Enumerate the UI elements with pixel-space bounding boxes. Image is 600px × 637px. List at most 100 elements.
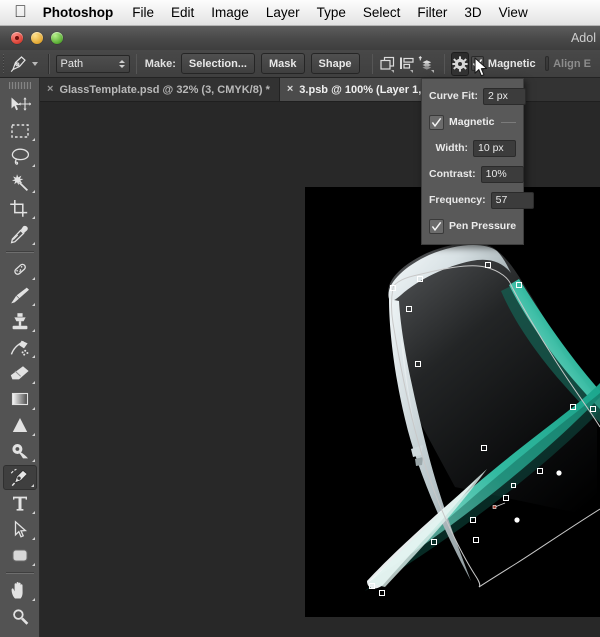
- align-edges-checkbox-label[interactable]: Align E: [553, 58, 591, 70]
- menu-item-type[interactable]: Type: [317, 5, 346, 20]
- type-tool[interactable]: [3, 491, 37, 516]
- window-zoom-button[interactable]: [51, 32, 63, 44]
- document-tab-3psb[interactable]: × 3.psb @ 100% (Layer 1,: [280, 78, 431, 101]
- tool-preset-chevron-down-icon[interactable]: [32, 62, 38, 66]
- toolbar-divider-1: [6, 251, 34, 253]
- hand-tool[interactable]: [3, 578, 37, 603]
- clone-stamp-tool[interactable]: [3, 309, 37, 334]
- make-mask-button[interactable]: Mask: [261, 53, 305, 74]
- path-alignment-chevron-icon: [410, 70, 413, 73]
- magnetic-checkbox[interactable]: [429, 115, 444, 130]
- magnetic-label: Magnetic: [449, 116, 495, 128]
- tab-close-icon[interactable]: ×: [287, 84, 293, 95]
- path-alignment-icon[interactable]: [398, 53, 415, 75]
- tool-flyout-indicator: [32, 381, 35, 384]
- zoom-tool[interactable]: [3, 604, 37, 629]
- frequency-input[interactable]: 57: [491, 192, 534, 209]
- document-tab-glasstemplate[interactable]: × GlassTemplate.psd @ 32% (3, CMYK/8) *: [40, 78, 280, 101]
- tool-flyout-indicator: [32, 511, 35, 514]
- tool-mode-value: Path: [61, 58, 84, 70]
- pen-pressure-checkbox[interactable]: [429, 219, 444, 234]
- document-tab-label: 3.psb @ 100% (Layer 1,: [299, 84, 421, 96]
- width-row: Width: 10 px: [429, 138, 516, 158]
- tool-flyout-indicator: [32, 329, 35, 332]
- curve-fit-row: Curve Fit: 2 px: [429, 86, 516, 106]
- move-tool[interactable]: [3, 92, 37, 117]
- window-title-bar[interactable]: Adol: [0, 26, 600, 51]
- magnetic-checkbox-label[interactable]: Magnetic: [488, 58, 536, 70]
- tool-flyout-indicator: [32, 355, 35, 358]
- menu-item-photoshop[interactable]: Photoshop: [43, 5, 114, 20]
- toolbar-drag-grip[interactable]: [9, 82, 31, 89]
- path-selection-tool[interactable]: [3, 517, 37, 542]
- tool-flyout-indicator: [32, 459, 35, 462]
- options-separator-2: [136, 54, 137, 74]
- window-title-text: Adol: [571, 31, 596, 45]
- tool-options-bar: Path Make: Selection... Mask Shape: [0, 50, 600, 78]
- crop-tool[interactable]: [3, 196, 37, 221]
- contrast-label: Contrast:: [429, 168, 481, 180]
- menu-item-filter[interactable]: Filter: [417, 5, 447, 20]
- lasso-tool[interactable]: [3, 144, 37, 169]
- magnetic-row: Magnetic: [429, 112, 516, 132]
- options-separator-4: [444, 54, 445, 74]
- tool-mode-select[interactable]: Path: [56, 55, 130, 73]
- tab-close-icon[interactable]: ×: [47, 84, 53, 95]
- tool-flyout-indicator: [32, 164, 35, 167]
- align-edges-checkbox[interactable]: [545, 56, 550, 71]
- eraser-tool[interactable]: [3, 361, 37, 386]
- contrast-row: Contrast: 10%: [429, 164, 516, 184]
- tool-flyout-indicator: [32, 598, 35, 601]
- path-operations-chevron-icon: [391, 70, 394, 73]
- rectangular-marquee-tool[interactable]: [3, 118, 37, 143]
- history-brush-tool[interactable]: [3, 335, 37, 360]
- tool-flyout-indicator: [32, 433, 35, 436]
- spot-healing-brush-tool[interactable]: [3, 257, 37, 282]
- magnetic-group-rule: [501, 122, 516, 123]
- menu-item-file[interactable]: File: [132, 5, 154, 20]
- gear-icon[interactable]: [451, 52, 469, 76]
- pen-pressure-label: Pen Pressure: [449, 220, 516, 232]
- make-label: Make:: [145, 58, 176, 70]
- photoshop-window:  Photoshop File Edit Image Layer Type S…: [0, 0, 600, 637]
- magic-wand-tool[interactable]: [3, 170, 37, 195]
- menu-item-3d[interactable]: 3D: [464, 5, 481, 20]
- apple-logo-icon[interactable]: : [14, 3, 27, 20]
- eyedropper-tool[interactable]: [3, 222, 37, 247]
- window-minimize-button[interactable]: [31, 32, 43, 44]
- curve-fit-input[interactable]: 2 px: [483, 88, 526, 105]
- menu-item-select[interactable]: Select: [363, 5, 401, 20]
- tools-panel: [0, 78, 40, 637]
- tool-flyout-indicator: [32, 407, 35, 410]
- path-operations-icon[interactable]: [379, 53, 396, 75]
- contrast-input[interactable]: 10%: [481, 166, 524, 183]
- make-selection-button[interactable]: Selection...: [181, 53, 255, 74]
- pen-pressure-row: Pen Pressure: [429, 216, 516, 236]
- menu-item-image[interactable]: Image: [211, 5, 249, 20]
- pen-tool[interactable]: [3, 465, 37, 490]
- menu-item-view[interactable]: View: [499, 5, 528, 20]
- magnetic-pen-options-popup: Curve Fit: 2 px Magnetic Width: 10 px Co…: [421, 78, 524, 245]
- dodge-tool[interactable]: [3, 439, 37, 464]
- make-shape-button[interactable]: Shape: [311, 53, 360, 74]
- width-input[interactable]: 10 px: [473, 140, 516, 157]
- width-label: Width:: [429, 142, 473, 154]
- document-canvas[interactable]: [305, 187, 600, 617]
- rectangle-shape-tool[interactable]: [3, 543, 37, 568]
- tool-flyout-indicator: [32, 216, 35, 219]
- tool-flyout-indicator: [32, 277, 35, 280]
- magnetic-checkbox[interactable]: [471, 56, 484, 71]
- toolbar-divider-2: [6, 572, 34, 574]
- gradient-tool[interactable]: [3, 387, 37, 412]
- menu-item-edit[interactable]: Edit: [171, 5, 194, 20]
- tool-flyout-indicator: [32, 138, 35, 141]
- pen-tool-icon[interactable]: [9, 53, 29, 75]
- window-close-button[interactable]: [11, 32, 23, 44]
- menu-item-layer[interactable]: Layer: [266, 5, 300, 20]
- macos-menu-bar:  Photoshop File Edit Image Layer Type S…: [0, 0, 600, 26]
- blur-tool[interactable]: [3, 413, 37, 438]
- path-arrangement-icon[interactable]: [417, 53, 436, 75]
- tool-flyout-indicator: [32, 563, 35, 566]
- options-bar-drag-grip[interactable]: [3, 54, 4, 74]
- brush-tool[interactable]: [3, 283, 37, 308]
